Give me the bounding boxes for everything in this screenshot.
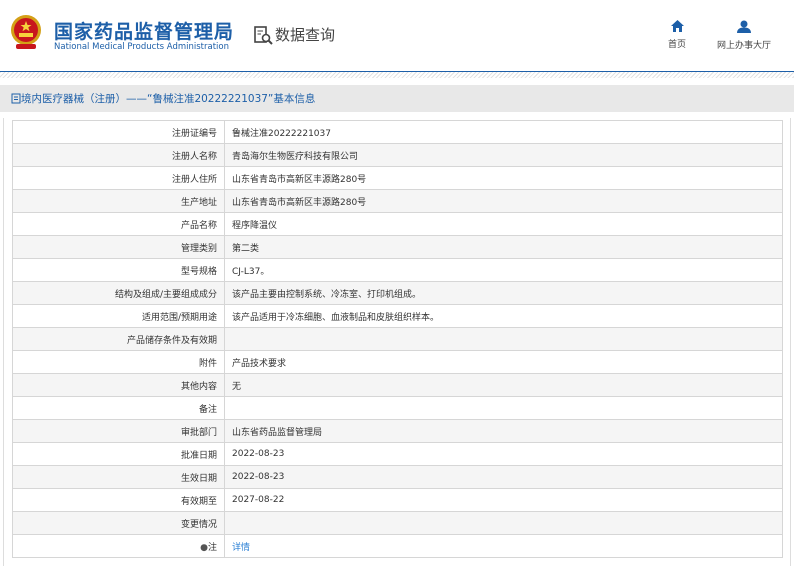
- field-label: 型号规格: [12, 258, 225, 282]
- field-label: 有效期至: [12, 488, 225, 512]
- nav-online-service-label: 网上办事大厅: [717, 41, 772, 51]
- nav-online-service-hall[interactable]: 网上办事大厅: [717, 20, 771, 51]
- field-label: 批准日期: [12, 442, 225, 466]
- table-row: 其他内容无: [12, 373, 783, 397]
- field-value: 该产品适用于冷冻细胞、血液制品和皮肤组织样本。: [224, 304, 783, 328]
- field-value: 2027-08-22: [224, 488, 783, 512]
- field-value: [224, 396, 783, 420]
- table-row: 适用范围/预期用途 该产品适用于冷冻细胞、血液制品和皮肤组织样本。: [12, 304, 783, 328]
- field-label: 附件: [12, 350, 225, 374]
- data-query-label: 数据查询: [275, 26, 336, 44]
- table-row: 注册人名称 青岛海尔生物医疗科技有限公司: [12, 143, 783, 167]
- field-value: 详情: [224, 534, 783, 558]
- table-row: 批准日期 2022-08-23: [12, 442, 783, 466]
- field-label: 产品储存条件及有效期: [12, 327, 225, 351]
- field-label-text: 型号规格: [180, 266, 217, 277]
- field-value: 2022-08-23: [224, 442, 783, 466]
- field-value: 鲁械注准20222221037: [224, 120, 783, 144]
- field-label: 注册人名称: [12, 143, 225, 167]
- field-value: 2022-08-23: [224, 465, 783, 489]
- field-label-text: 审批部门: [180, 427, 217, 438]
- field-label-text: 管理类别: [180, 243, 217, 254]
- breadcrumb-text: 境内医疗器械（注册）——“鲁械注准20222221037”基本信息: [21, 93, 316, 105]
- table-row: 附件 产品技术要求: [12, 350, 783, 374]
- field-label: 其他内容: [12, 373, 225, 397]
- detail-panel: 注册证编号 鲁械注准20222221037 注册人名称 青岛海尔生物医疗科技有限公司注…: [3, 118, 791, 566]
- field-value: [224, 511, 783, 535]
- site-title-en: National Medical Products Administration: [54, 42, 229, 52]
- table-row: ●注 详情: [12, 534, 783, 558]
- field-label-text: 变更情况: [180, 519, 217, 530]
- site-title-cn[interactable]: 国家药品监督管理局: [54, 17, 234, 44]
- field-label-text: 生产地址: [180, 197, 217, 208]
- breadcrumb: 境内医疗器械（注册）——“鲁械注准20222221037”基本信息: [0, 85, 794, 112]
- header-divider: [0, 72, 794, 78]
- field-label-text: 产品名称: [180, 220, 217, 231]
- registration-detail-table: 注册证编号 鲁械注准20222221037 注册人名称 青岛海尔生物医疗科技有限公司注…: [12, 120, 783, 558]
- field-label: 产品名称: [12, 212, 225, 236]
- field-value: 山东省青岛市高新区丰源路280号: [224, 189, 783, 213]
- field-label-text: 结构及组成/主要组成成分: [114, 289, 217, 300]
- field-label-text: 附件: [198, 358, 217, 369]
- field-value: 产品技术要求: [224, 350, 783, 374]
- table-row: 产品储存条件及有效期: [12, 327, 783, 351]
- field-value: 山东省青岛市高新区丰源路280号: [224, 166, 783, 190]
- field-label: 变更情况: [12, 511, 225, 535]
- field-value: CJ-L37。: [224, 258, 783, 282]
- field-label: 管理类别: [12, 235, 225, 259]
- field-label-text: 注册人名称: [171, 151, 217, 162]
- field-label-text: 备注: [198, 404, 217, 415]
- nav-home-label: 首页: [668, 40, 687, 50]
- table-row: 生效日期 2022-08-23: [12, 465, 783, 489]
- user-icon: [737, 20, 751, 33]
- field-label-text: 适用范围/预期用途: [141, 312, 217, 323]
- document-icon: [11, 93, 21, 104]
- data-query-heading: 数据查询: [253, 24, 335, 45]
- table-row: 注册证编号 鲁械注准20222221037: [12, 120, 783, 144]
- table-row: 备注: [12, 396, 783, 420]
- field-label: 审批部门: [12, 419, 225, 443]
- field-label-text: 有效期至: [180, 496, 217, 507]
- table-row: 结构及组成/主要组成成分 该产品主要由控制系统、冷冻室、打印机组成。: [12, 281, 783, 305]
- table-row: 产品名称 程序降温仪: [12, 212, 783, 236]
- field-label-text: 注册证编号: [171, 128, 217, 139]
- field-label: 结构及组成/主要组成成分: [12, 281, 225, 305]
- field-label: 备注: [12, 396, 225, 420]
- field-label-text: 产品储存条件及有效期: [126, 335, 217, 346]
- lightbulb-icon: ●: [200, 542, 208, 553]
- home-icon: [670, 20, 684, 32]
- table-row: 审批部门 山东省药品监督管理局: [12, 419, 783, 443]
- table-row: 注册人住所 山东省青岛市高新区丰源路280号: [12, 166, 783, 190]
- table-row: 有效期至 2027-08-22: [12, 488, 783, 512]
- field-label: 生效日期: [12, 465, 225, 489]
- nav-home[interactable]: 首页: [668, 20, 686, 50]
- national-emblem-logo: [11, 15, 41, 49]
- field-label: 生产地址: [12, 189, 225, 213]
- field-value: 程序降温仪: [224, 212, 783, 236]
- field-label-text: 注: [207, 542, 217, 553]
- field-value: 第二类: [224, 235, 783, 259]
- table-row: 变更情况: [12, 511, 783, 535]
- field-value: 该产品主要由控制系统、冷冻室、打印机组成。: [224, 281, 783, 305]
- table-row: 管理类别 第二类: [12, 235, 783, 259]
- field-label-text: 其他内容: [180, 381, 217, 392]
- field-value: 青岛海尔生物医疗科技有限公司: [224, 143, 783, 167]
- document-search-icon: [254, 25, 273, 45]
- field-value: 山东省药品监督管理局: [224, 419, 783, 443]
- field-value: 无: [224, 373, 783, 397]
- field-label: ●注: [12, 534, 225, 558]
- field-value: [224, 327, 783, 351]
- field-label: 注册人住所: [12, 166, 225, 190]
- details-link[interactable]: 详情: [232, 543, 250, 553]
- field-label: 注册证编号: [12, 120, 225, 144]
- site-header: 国家药品监督管理局 National Medical Products Admi…: [0, 0, 794, 72]
- table-row: 生产地址 山东省青岛市高新区丰源路280号: [12, 189, 783, 213]
- table-row: 型号规格 CJ-L37。: [12, 258, 783, 282]
- field-label-text: 生效日期: [180, 473, 217, 484]
- field-label: 适用范围/预期用途: [12, 304, 225, 328]
- field-label-text: 批准日期: [180, 450, 217, 461]
- field-label-text: 注册人住所: [171, 174, 217, 185]
